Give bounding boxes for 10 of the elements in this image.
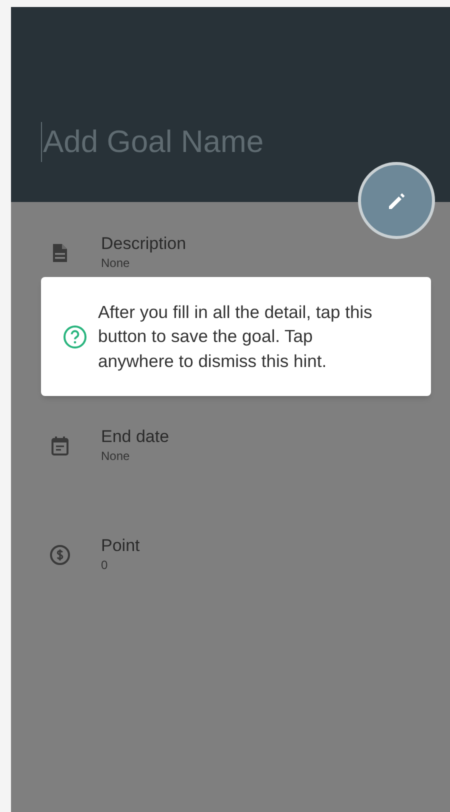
field-label: Point bbox=[101, 535, 140, 557]
field-value: None bbox=[101, 256, 131, 270]
hint-text: After you fill in all the detail, tap this button to save the goal. Tap anywhere to dismiss this hint. bbox=[98, 300, 374, 373]
field-value: None bbox=[101, 449, 131, 463]
help-icon bbox=[63, 324, 87, 348]
field-value: 0 bbox=[101, 558, 109, 572]
dollar-coin-icon bbox=[48, 543, 72, 567]
field-label: Description bbox=[101, 233, 186, 255]
field-label: End date bbox=[101, 426, 170, 448]
goal-name-field[interactable]: Add Goal Name bbox=[41, 122, 371, 162]
